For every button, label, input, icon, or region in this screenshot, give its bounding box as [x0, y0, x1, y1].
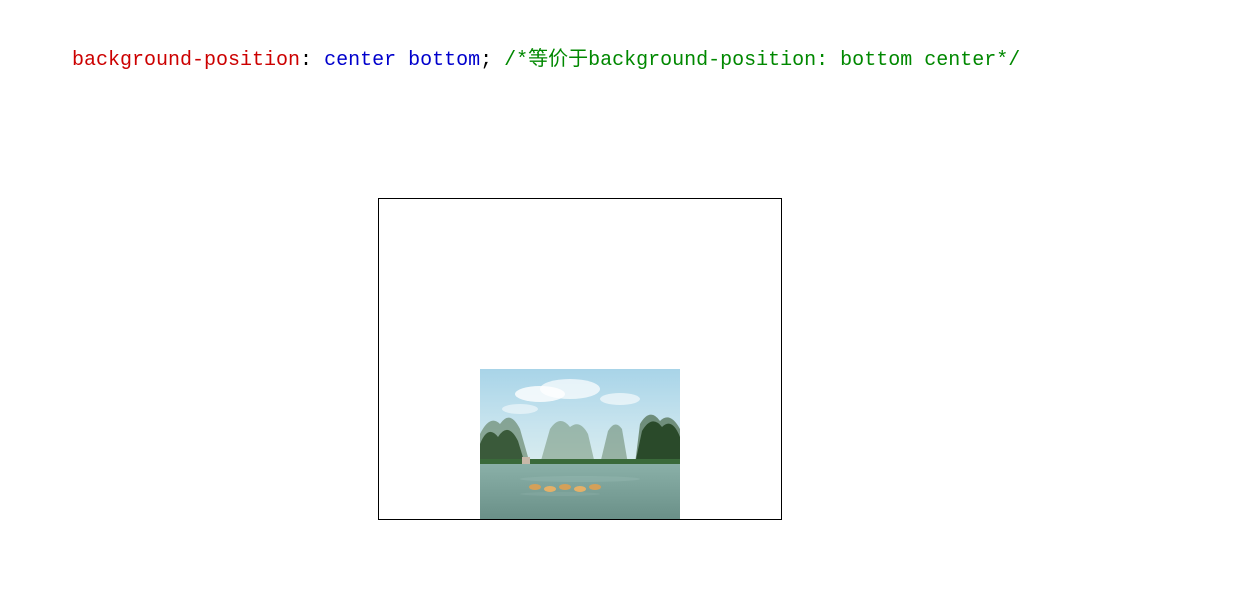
css-value: center bottom — [324, 49, 480, 72]
css-semicolon: ; — [480, 49, 492, 72]
css-colon: : — [300, 49, 312, 72]
code-space — [312, 49, 324, 72]
code-space — [492, 49, 504, 72]
css-comment: /*等价于background-position: bottom center*… — [504, 49, 1020, 72]
landscape-image — [480, 369, 680, 519]
code-line: background-position: center bottom; /*等价… — [72, 42, 1020, 72]
css-property: background-position — [72, 49, 300, 72]
demo-box — [378, 198, 782, 520]
